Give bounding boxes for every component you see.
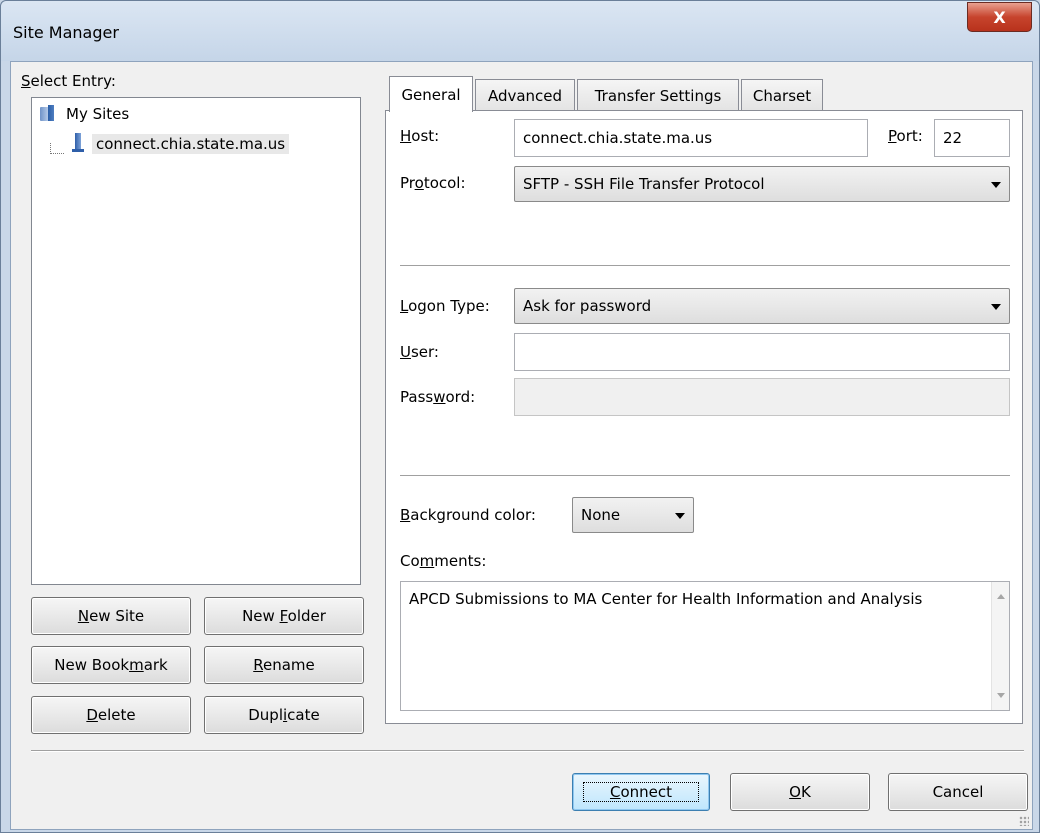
port-value: 22 bbox=[943, 129, 963, 147]
new-site-button[interactable]: New Site bbox=[31, 597, 191, 635]
comments-label: Comments: bbox=[400, 552, 487, 570]
password-input bbox=[514, 378, 1010, 416]
comments-value: APCD Submissions to MA Center for Health… bbox=[409, 590, 923, 608]
logon-type-select[interactable]: Ask for password bbox=[514, 288, 1010, 324]
tree-item-site-label: connect.chia.state.ma.us bbox=[92, 134, 290, 154]
tab-transfer-settings[interactable]: Transfer Settings bbox=[577, 79, 739, 111]
tree-item-my-sites-label: My Sites bbox=[66, 105, 130, 123]
duplicate-label: Duplicate bbox=[248, 706, 320, 724]
server-icon bbox=[72, 133, 84, 155]
logon-type-value: Ask for password bbox=[523, 297, 652, 315]
close-icon: X bbox=[993, 7, 1006, 27]
dialog-client-area: Select Entry: My Sites connect.chia.stat… bbox=[10, 61, 1033, 830]
user-input[interactable] bbox=[514, 333, 1010, 371]
host-value: connect.chia.state.ma.us bbox=[523, 129, 713, 147]
password-label: Password: bbox=[400, 388, 476, 406]
tree-item-site[interactable]: connect.chia.state.ma.us bbox=[72, 132, 290, 156]
new-folder-button[interactable]: New Folder bbox=[204, 597, 364, 635]
duplicate-button[interactable]: Duplicate bbox=[204, 696, 364, 734]
close-button[interactable]: X bbox=[967, 2, 1032, 32]
footer-separator bbox=[31, 750, 1024, 752]
cancel-button[interactable]: Cancel bbox=[888, 773, 1028, 811]
user-label: User: bbox=[400, 343, 439, 361]
comments-scrollbar[interactable] bbox=[991, 582, 1009, 710]
host-input[interactable]: connect.chia.state.ma.us bbox=[514, 119, 868, 157]
folder-icon bbox=[38, 105, 60, 123]
separator bbox=[400, 475, 1010, 477]
background-color-value: None bbox=[581, 506, 621, 524]
chevron-down-icon bbox=[991, 182, 1001, 188]
window-title: Site Manager bbox=[13, 23, 119, 42]
delete-label: Delete bbox=[86, 706, 136, 724]
chevron-down-icon bbox=[991, 304, 1001, 310]
tab-advanced[interactable]: Advanced bbox=[475, 79, 575, 111]
select-entry-label: Select Entry: bbox=[21, 72, 116, 90]
chevron-down-icon bbox=[675, 513, 685, 519]
protocol-value: SFTP - SSH File Transfer Protocol bbox=[523, 175, 765, 193]
tree-connector bbox=[50, 143, 64, 154]
comments-textarea[interactable]: APCD Submissions to MA Center for Health… bbox=[400, 581, 1010, 711]
protocol-label: Protocol: bbox=[400, 174, 466, 192]
ok-label: OK bbox=[789, 783, 811, 801]
ok-button[interactable]: OK bbox=[730, 773, 870, 811]
logon-type-label: Logon Type: bbox=[400, 297, 490, 315]
tab-charset[interactable]: Charset bbox=[741, 79, 823, 111]
rename-button[interactable]: Rename bbox=[204, 646, 364, 684]
site-tree[interactable]: My Sites connect.chia.state.ma.us bbox=[31, 97, 361, 585]
connect-label: Connect bbox=[582, 782, 700, 802]
protocol-select[interactable]: SFTP - SSH File Transfer Protocol bbox=[514, 166, 1010, 202]
rename-label: Rename bbox=[253, 656, 315, 674]
background-color-select[interactable]: None bbox=[572, 497, 694, 533]
background-color-label: Background color: bbox=[400, 506, 536, 524]
title-bar[interactable]: Site Manager X bbox=[1, 1, 1039, 61]
connect-button[interactable]: Connect bbox=[572, 773, 710, 811]
new-bookmark-button[interactable]: New Bookmark bbox=[31, 646, 191, 684]
general-tab-panel: Host: connect.chia.state.ma.us Port: 22 … bbox=[385, 110, 1023, 724]
cancel-label: Cancel bbox=[932, 783, 984, 801]
port-input[interactable]: 22 bbox=[934, 119, 1010, 157]
new-bookmark-label: New Bookmark bbox=[54, 656, 168, 674]
port-label: Port: bbox=[888, 127, 923, 145]
scroll-up-icon[interactable] bbox=[997, 594, 1005, 599]
site-manager-window: Site Manager X Select Entry: My Sites co… bbox=[0, 0, 1040, 833]
scroll-down-icon[interactable] bbox=[997, 693, 1005, 698]
tree-item-my-sites[interactable]: My Sites bbox=[38, 102, 129, 126]
separator bbox=[400, 265, 1010, 267]
delete-button[interactable]: Delete bbox=[31, 696, 191, 734]
resize-grip-icon[interactable] bbox=[1019, 816, 1029, 826]
new-site-label: New Site bbox=[77, 607, 145, 625]
new-folder-label: New Folder bbox=[242, 607, 326, 625]
tab-general[interactable]: General bbox=[389, 76, 473, 112]
host-label: Host: bbox=[400, 127, 440, 145]
